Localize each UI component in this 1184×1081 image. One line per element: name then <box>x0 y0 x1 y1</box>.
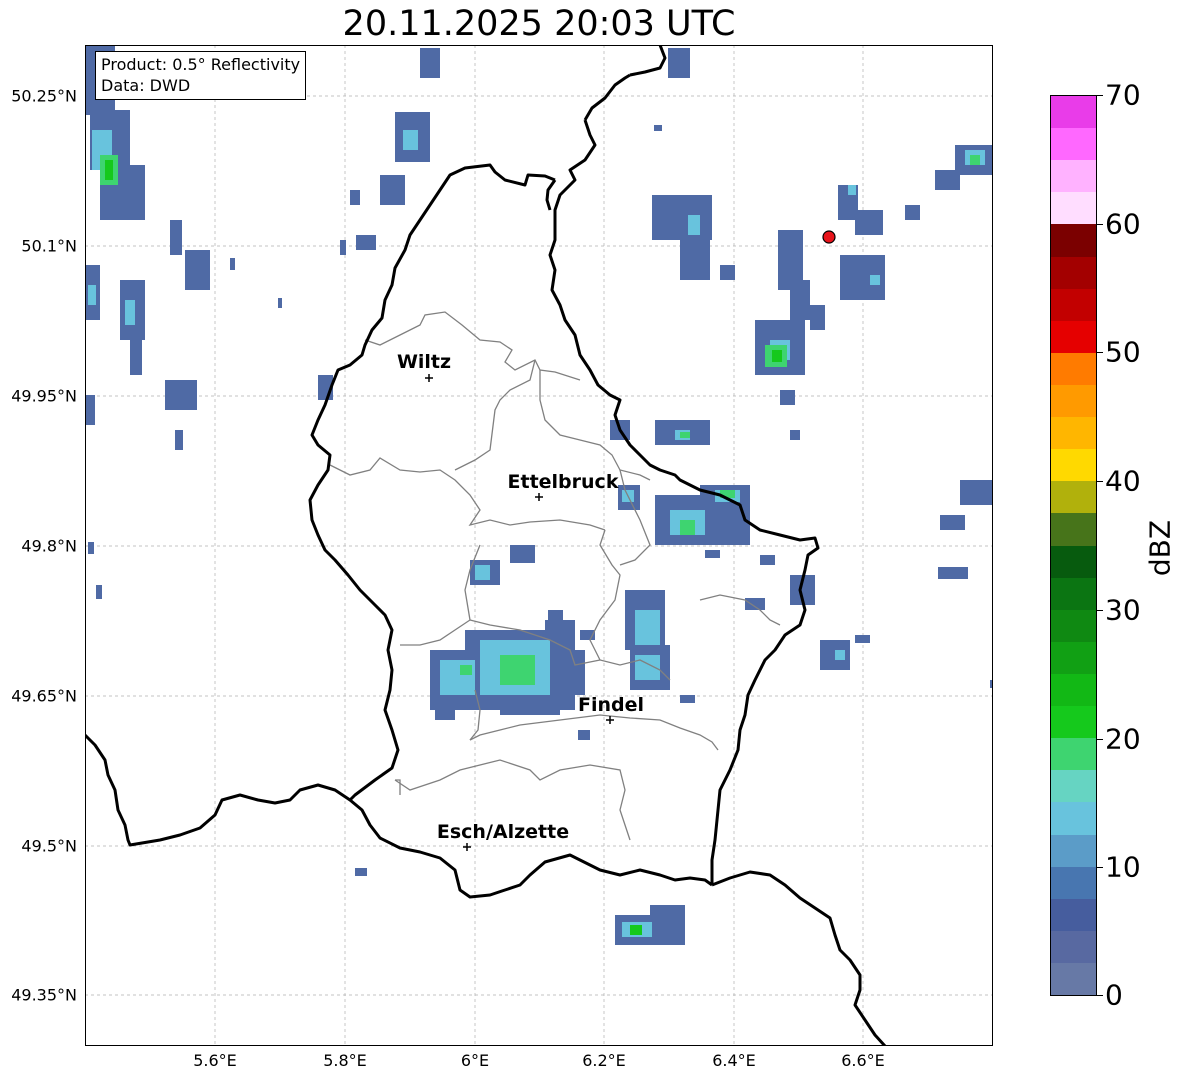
colorbar-segment <box>1051 320 1096 353</box>
colorbar-segment <box>1051 802 1096 835</box>
city-label: Wiltz <box>397 351 451 373</box>
lon-tick-label: 6.4°E <box>712 1051 756 1070</box>
lat-tick-label: 49.8°N <box>21 536 77 556</box>
source-label: Data: DWD <box>101 76 191 95</box>
city-label: Esch/Alzette <box>437 821 569 843</box>
colorbar-tick <box>1097 739 1103 740</box>
colorbar-segment <box>1051 930 1096 963</box>
colorbar-segment <box>1051 160 1096 193</box>
colorbar-segment <box>1051 128 1096 161</box>
colorbar-segment <box>1051 834 1096 867</box>
lon-tick-label: 6.6°E <box>841 1051 885 1070</box>
colorbar-tick <box>1097 224 1103 225</box>
lon-tick-label: 6°E <box>460 1051 490 1070</box>
lon-tick-label: 5.8°E <box>323 1051 367 1070</box>
colorbar-segment <box>1051 706 1096 739</box>
location-marker <box>822 230 836 244</box>
colorbar-segment <box>1051 481 1096 514</box>
colorbar-title: dBZ <box>1143 519 1177 577</box>
colorbar-tick-label: 20 <box>1105 722 1141 756</box>
colorbar-segment <box>1051 962 1096 996</box>
colorbar-segment <box>1051 256 1096 289</box>
colorbar-segment <box>1051 738 1096 771</box>
colorbar-tick <box>1097 352 1103 353</box>
city-label: Findel <box>578 694 644 716</box>
colorbar-segment <box>1051 641 1096 674</box>
product-label: Product: 0.5° Reflectivity <box>101 55 301 74</box>
colorbar-tick-label: 70 <box>1105 78 1141 112</box>
lon-tick-label: 6.2°E <box>582 1051 626 1070</box>
colorbar-tick-label: 10 <box>1105 850 1141 884</box>
colorbar-segment <box>1051 384 1096 418</box>
colorbar-tick <box>1097 481 1103 482</box>
colorbar-tick <box>1097 610 1103 611</box>
colorbar-segment <box>1051 609 1096 642</box>
colorbar-segment <box>1051 417 1096 450</box>
colorbar-segment <box>1051 866 1096 899</box>
colorbar-tick-label: 30 <box>1105 593 1141 627</box>
colorbar-tick <box>1097 95 1103 96</box>
colorbar-tick-label: 60 <box>1105 207 1141 241</box>
lat-tick-label: 49.5°N <box>21 836 77 856</box>
colorbar-segment <box>1051 673 1096 707</box>
colorbar-segment <box>1051 192 1096 225</box>
colorbar-segment <box>1051 96 1096 129</box>
colorbar-tick-label: 40 <box>1105 464 1141 498</box>
colorbar-segment <box>1051 352 1096 385</box>
colorbar-segment <box>1051 449 1096 482</box>
lat-tick-label: 49.35°N <box>11 985 77 1005</box>
colorbar <box>1050 95 1097 996</box>
colorbar-tick-label: 0 <box>1105 978 1123 1012</box>
lon-tick-label: 5.6°E <box>193 1051 237 1070</box>
colorbar-segment <box>1051 513 1096 546</box>
radar-map: Wiltz Ettelbruck Findel Esch/Alzette <box>85 45 993 1046</box>
colorbar-tick <box>1097 995 1103 996</box>
lat-tick-label: 50.1°N <box>21 236 77 256</box>
lat-tick-label: 49.65°N <box>11 686 77 706</box>
colorbar-segment <box>1051 545 1096 578</box>
colorbar-segment <box>1051 224 1096 257</box>
lat-tick-label: 50.25°N <box>11 86 77 106</box>
colorbar-tick <box>1097 867 1103 868</box>
city-label: Ettelbruck <box>508 471 619 493</box>
colorbar-segment <box>1051 898 1096 931</box>
map-title: 20.11.2025 20:03 UTC <box>342 4 736 44</box>
lat-tick-label: 49.95°N <box>11 386 77 406</box>
colorbar-segment <box>1051 288 1096 321</box>
info-box: Product: 0.5° Reflectivity Data: DWD <box>95 51 307 100</box>
colorbar-segment <box>1051 770 1096 803</box>
colorbar-tick-label: 50 <box>1105 335 1141 369</box>
colorbar-segment <box>1051 577 1096 610</box>
